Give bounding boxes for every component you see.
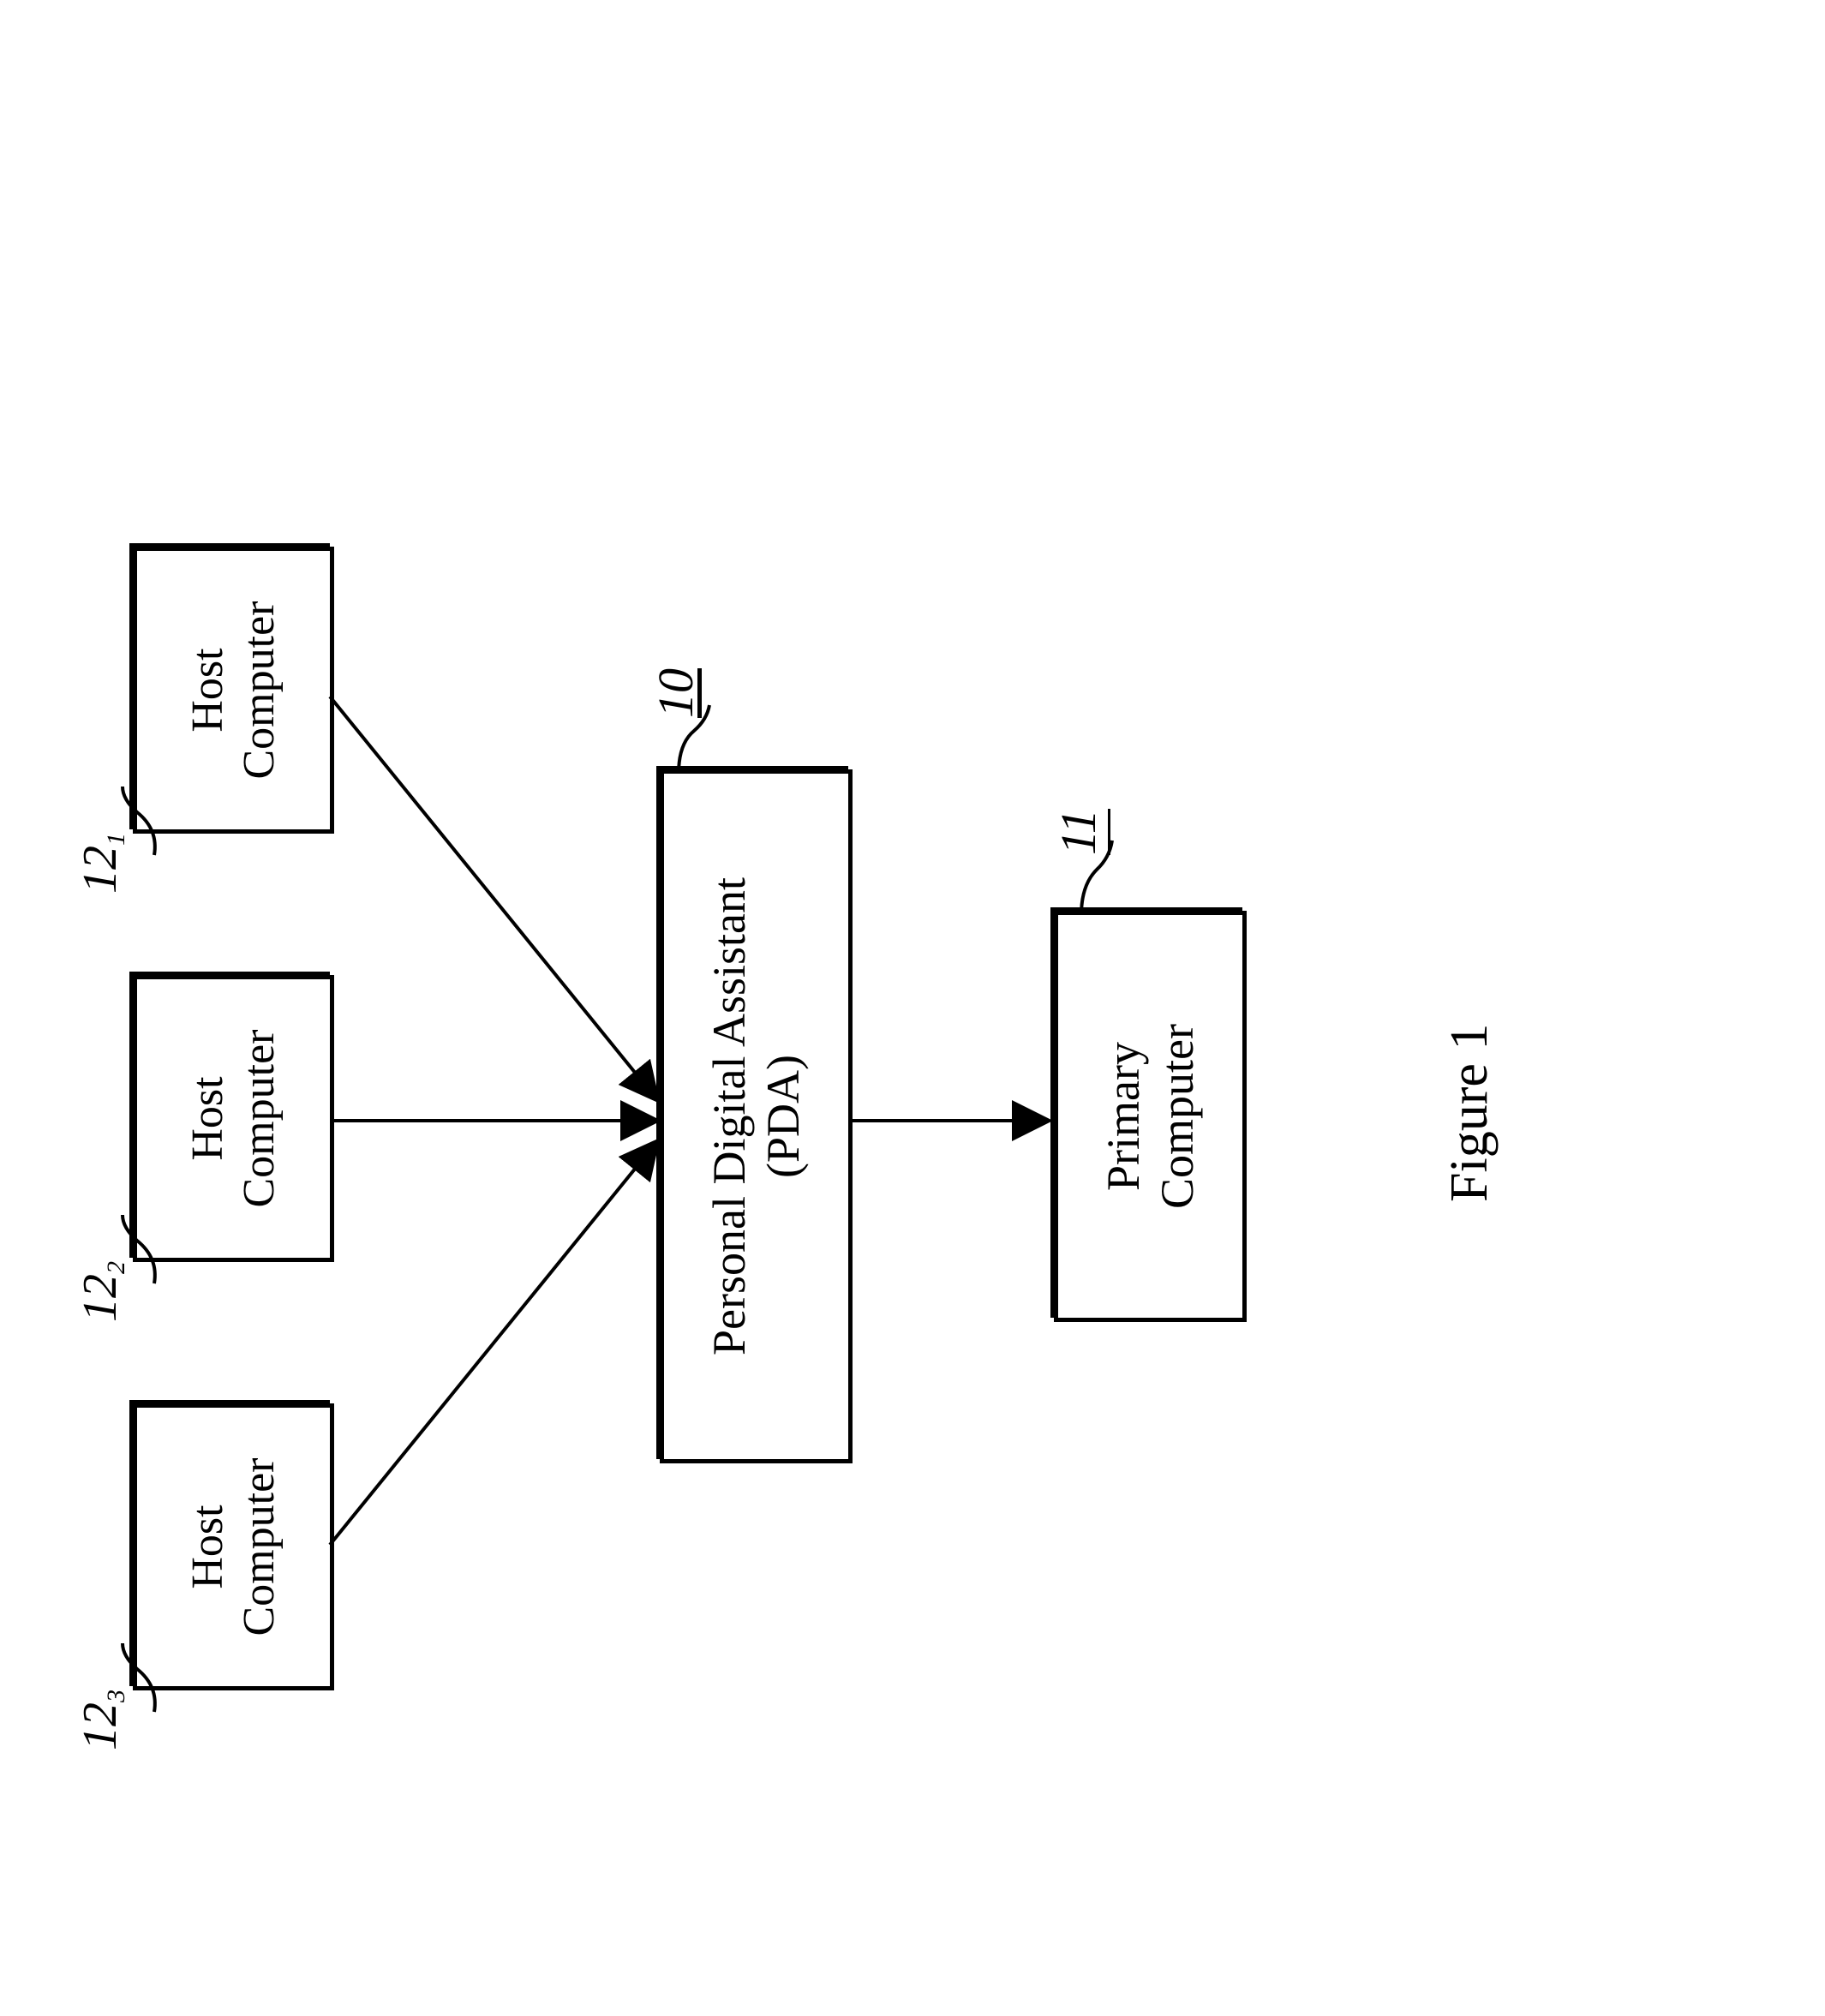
figure-label: Figure 1: [1439, 1024, 1500, 1202]
connectors-icon: [0, 0, 1825, 2016]
